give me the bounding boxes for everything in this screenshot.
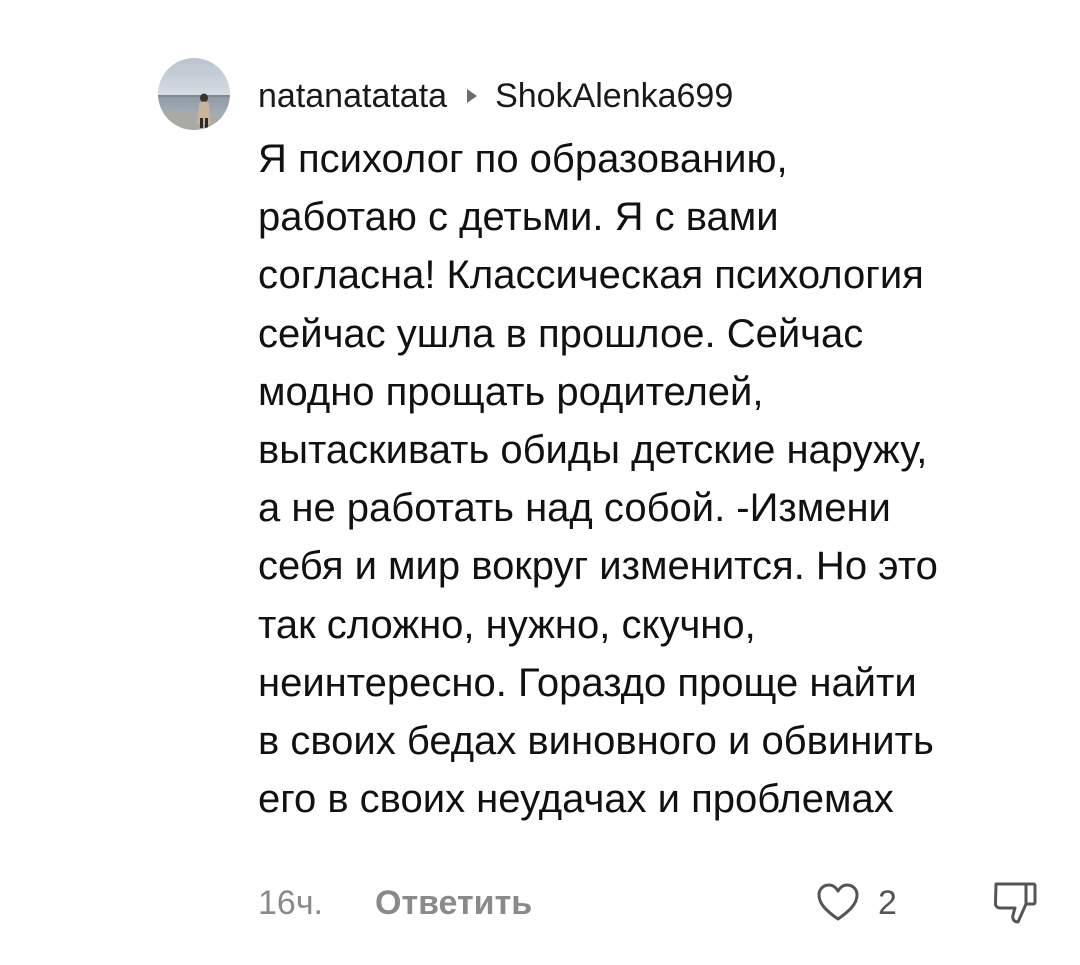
comment-line: согласна! Классическая психология bbox=[258, 253, 924, 298]
comment-line: в своих бедах виновного и обвинить bbox=[258, 719, 934, 764]
like-count: 2 bbox=[878, 884, 897, 922]
triangle-right-icon bbox=[467, 89, 478, 103]
like-button[interactable] bbox=[815, 880, 861, 926]
comment-line: вытаскивать обиды детские наружу, bbox=[258, 428, 928, 473]
comment-line: модно прощать родителей, bbox=[258, 369, 764, 414]
heart-outline-icon bbox=[817, 883, 859, 921]
comment-line: работаю с детьми. Я с вами bbox=[258, 195, 779, 240]
avatar-image bbox=[158, 58, 230, 130]
thumbs-down-outline-icon bbox=[993, 882, 1037, 924]
comment-line: а не работать над собой. -Измени bbox=[258, 486, 891, 531]
author-name[interactable]: natanatatata bbox=[258, 77, 447, 116]
comment-line: неинтересно. Гораздо проще найти bbox=[258, 660, 917, 705]
dislike-button[interactable] bbox=[990, 878, 1040, 928]
comment-time: 16ч. bbox=[258, 884, 323, 922]
comment-line: так сложно, нужно, скучно, bbox=[258, 602, 756, 647]
comment-header: natanatatata ShokAlenka699 bbox=[258, 74, 733, 118]
avatar[interactable] bbox=[158, 58, 230, 130]
comment-line: его в своих неудачах и проблемах bbox=[258, 777, 894, 822]
comment-body: Я психолог по образованию, работаю с дет… bbox=[258, 130, 1058, 828]
comment-line: Я психолог по образованию, bbox=[258, 137, 788, 181]
reply-button[interactable]: Ответить bbox=[375, 884, 532, 923]
comment-line: себя и мир вокруг изменится. Но это bbox=[258, 544, 938, 589]
comment-line: сейчас ушла в прошлое. Сейчас bbox=[258, 311, 864, 356]
reply-to-username[interactable]: ShokAlenka699 bbox=[495, 77, 733, 116]
